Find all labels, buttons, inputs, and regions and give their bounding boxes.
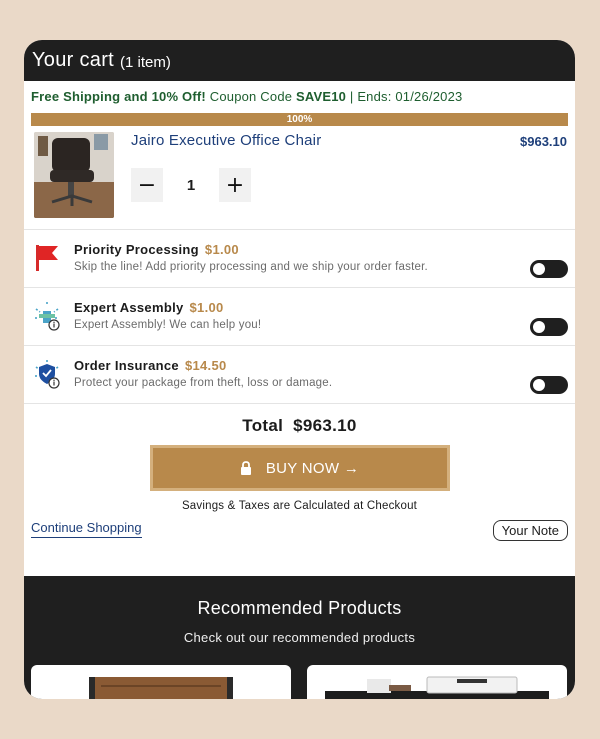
decrease-quantity-button[interactable]: − [131,168,163,202]
recommended-product-card[interactable] [31,665,291,699]
product-image[interactable] [34,132,114,218]
addon-description: Expert Assembly! We can help you! [74,319,262,331]
cart-item-count: (1 item) [120,53,171,71]
flag-icon [34,243,60,273]
addon-price: $1.00 [204,242,239,257]
checkout-note: Savings & Taxes are Calculated at Checko… [181,500,418,512]
recommended-products: Recommended Products Check out our recom… [24,576,575,699]
lock-icon [240,461,252,475]
addon-priority-processing: Priority Processing $1.00 Skip the line! … [24,230,575,288]
addon-title: Expert Assembly $1.00 [74,300,224,315]
product-price: $963.10 [520,134,567,149]
total-value: $963.10 [293,416,357,435]
continue-shopping-link[interactable]: Continue Shopping [31,520,142,538]
quantity-stepper: − 1 + [131,168,251,202]
promo-coupon-label: Coupon Code [209,89,293,104]
total-label: Total [242,416,284,435]
increase-quantity-button[interactable]: + [219,168,251,202]
cart-title: Your cart [32,49,115,71]
order-insurance-toggle[interactable] [530,376,568,394]
assembly-icon [34,301,60,331]
promo-separator: | [349,89,354,104]
buy-now-label: BUY NOW → [265,459,360,477]
promo-headline: Free Shipping and 10% Off! [31,89,206,104]
priority-processing-toggle[interactable] [530,260,568,278]
recommended-subtitle: Check out our recommended products [183,630,416,645]
promo-code: SAVE10 [296,89,347,104]
promo-ends: Ends: 01/26/2023 [357,89,463,104]
addon-description: Skip the line! Add priority processing a… [74,261,428,273]
promo-banner: Free Shipping and 10% Off! Coupon Code S… [24,81,575,104]
shield-icon [34,359,60,389]
addon-order-insurance: Order Insurance $14.50 Protect your packa… [24,346,575,404]
cart-drawer: Your cart (1 item) Free Shipping and 10%… [24,40,575,699]
shipping-progress-bar: 100% [31,113,568,126]
expert-assembly-toggle[interactable] [530,318,568,336]
addon-title: Order Insurance $14.50 [74,358,227,373]
cart-header: Your cart (1 item) [24,40,575,81]
your-note-button[interactable]: Your Note [492,520,568,541]
product-name[interactable]: Jairo Executive Office Chair [131,132,321,149]
buy-now-button[interactable]: BUY NOW → [149,445,450,491]
cart-links: Continue Shopping Your Note [24,512,575,552]
quantity-value[interactable]: 1 [163,177,219,194]
addon-price: $1.00 [189,300,224,315]
recommended-product-card[interactable] [307,665,567,699]
recommended-title: Recommended Products [197,598,402,618]
cart-total: Total $963.10 [24,416,575,436]
addon-title: Priority Processing $1.00 [74,242,239,257]
addon-price: $14.50 [184,358,227,373]
addon-description: Protect your package from theft, loss or… [74,377,333,389]
progress-label: 100% [286,114,313,125]
addon-expert-assembly: Expert Assembly $1.00 Expert Assembly! We… [24,288,575,346]
cart-line-item: Jairo Executive Office Chair $963.10 − 1… [24,126,575,230]
